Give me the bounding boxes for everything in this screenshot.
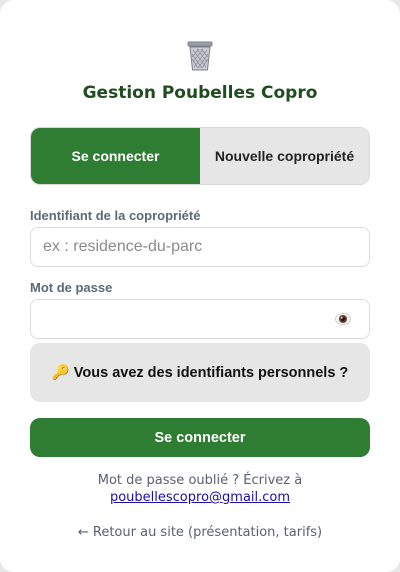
- identifier-input[interactable]: [30, 227, 370, 267]
- identifier-label: Identifiant de la copropriété: [30, 208, 201, 223]
- back-to-site-link[interactable]: ← Retour au site (présentation, tarifs): [0, 525, 400, 540]
- wastebasket-icon: [182, 38, 218, 74]
- eye-icon[interactable]: [335, 311, 351, 327]
- page-title: Gestion Poubelles Copro: [82, 83, 318, 103]
- login-submit-button[interactable]: Se connecter: [30, 418, 370, 457]
- login-card: Gestion Poubelles Copro Se connecter Nou…: [0, 0, 400, 572]
- tab-new-coproperty[interactable]: Nouvelle copropriété: [200, 128, 369, 184]
- forgot-password-text: Mot de passe oublié ? Écrivez à poubelle…: [0, 472, 400, 506]
- password-input[interactable]: [30, 299, 370, 339]
- password-label: Mot de passe: [30, 280, 113, 295]
- tab-login[interactable]: Se connecter: [31, 128, 200, 184]
- personal-credentials-button[interactable]: 🔑 Vous avez des identifiants personnels …: [30, 343, 370, 402]
- auth-tabs: Se connecter Nouvelle copropriété: [30, 127, 370, 185]
- forgot-password-label: Mot de passe oublié ? Écrivez à: [97, 473, 303, 488]
- support-email-link[interactable]: poubellescopro@gmail.com: [110, 490, 290, 505]
